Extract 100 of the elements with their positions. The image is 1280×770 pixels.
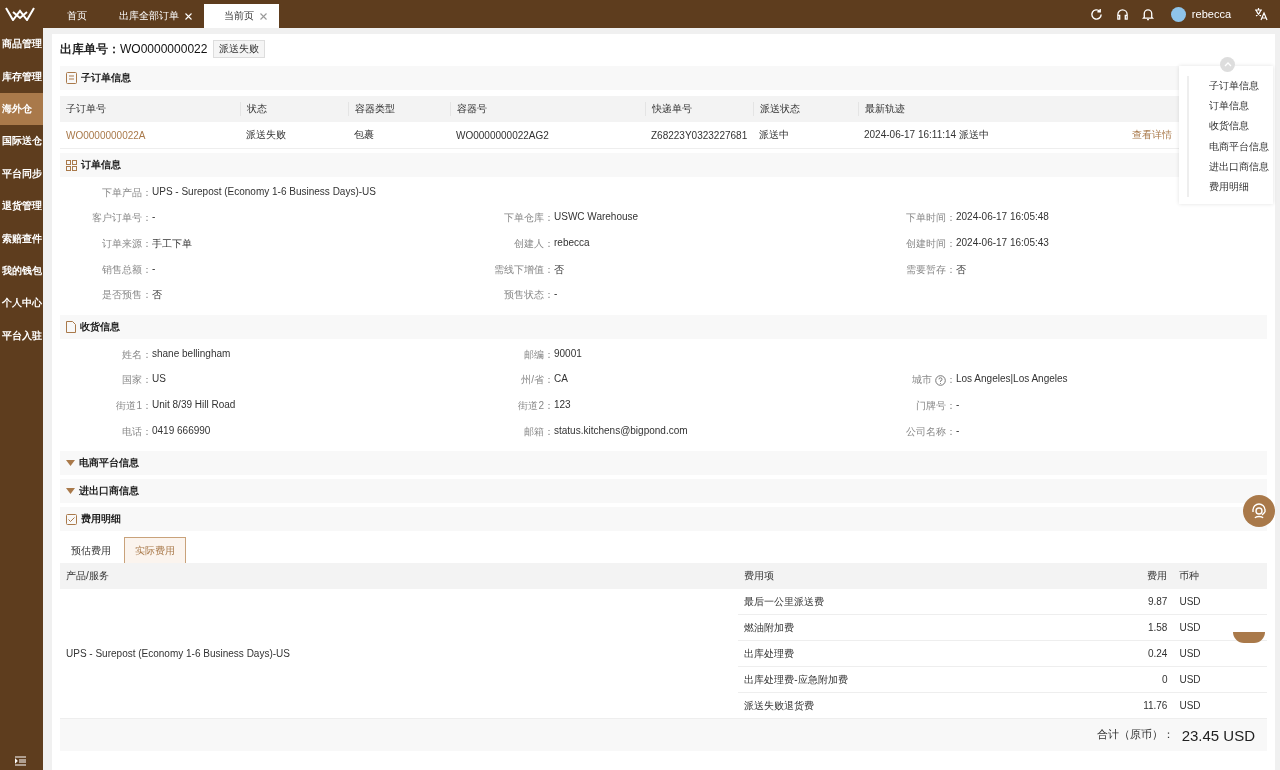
table-cell-text: 包裹	[353, 128, 375, 142]
column-header: 容器号	[450, 102, 645, 116]
field-value: -	[152, 262, 156, 276]
user-name[interactable]: rebecca	[1191, 8, 1231, 20]
column-header: 费用项	[738, 563, 1080, 590]
table-cell-text: 派送失败	[245, 128, 287, 142]
field-label: 下单时间：	[905, 211, 956, 226]
view-details-link[interactable]: 查看详情	[1132, 129, 1172, 140]
help-icon[interactable]	[935, 374, 946, 386]
column-header: 产品/服务	[60, 563, 739, 590]
sidebar-item[interactable]: 退货管理	[0, 189, 43, 223]
refresh-icon[interactable]	[1089, 7, 1103, 21]
table-cell: USD	[1173, 692, 1267, 719]
fee-tab[interactable]: 实际费用	[124, 537, 186, 564]
sidebar-item[interactable]: 库存管理	[0, 60, 43, 93]
menu-collapse-icon[interactable]	[15, 756, 26, 766]
collapsible-section-header[interactable]: 电商平台信息	[60, 451, 1267, 476]
field-label: 预售状态：	[503, 288, 554, 303]
field-value: Unit 8/39 Hill Road	[152, 398, 236, 412]
table-cell: 出库处理费	[738, 640, 1080, 667]
field-value: 0419 666990	[152, 424, 211, 438]
avatar-icon[interactable]	[1170, 6, 1186, 22]
document-icon	[66, 72, 77, 84]
page-icon	[66, 320, 76, 333]
anchor-link[interactable]: 费用明细	[1187, 176, 1273, 198]
bell-icon[interactable]	[1141, 7, 1154, 21]
field-label: 州/省：	[520, 373, 554, 388]
field-label: 国家：	[121, 373, 152, 388]
field-value: 2024-06-17 16:05:48	[956, 211, 1049, 225]
translate-icon[interactable]	[1254, 7, 1268, 21]
section-title: 收货信息	[80, 319, 120, 334]
anchor-link[interactable]: 订单信息	[1187, 96, 1273, 117]
field-label: 需线下增值：	[493, 262, 554, 277]
table-cell: 最后一公里派送费	[738, 589, 1080, 615]
page-tab[interactable]: 出库全部订单	[99, 4, 204, 28]
sidebar-item[interactable]: 个人中心	[0, 287, 43, 320]
column-header: 币种	[1173, 563, 1267, 590]
table-cell: 11.76	[1079, 692, 1174, 719]
field-value: CA	[554, 373, 568, 387]
table-cell-text: 2024-06-17 16:11:14 派送中	[863, 128, 990, 142]
sidebar-item[interactable]: 商品管理	[0, 28, 43, 61]
table-cell: 0.24	[1079, 640, 1174, 667]
field-label: 公司名称：	[905, 424, 956, 439]
field-value: 否	[554, 262, 564, 277]
headset-icon[interactable]	[1115, 7, 1129, 21]
column-header: 子订单号	[65, 102, 107, 116]
table-cell: 1.58	[1079, 614, 1174, 641]
field-value: 手工下单	[152, 237, 192, 251]
field-value: USWC Warehouse	[554, 211, 639, 225]
sidebar-item[interactable]: 平台入驻	[0, 319, 43, 352]
caret-icon	[66, 488, 75, 495]
column-header: 状态	[240, 102, 348, 116]
field-value: -	[152, 211, 156, 225]
field-value: -	[956, 424, 960, 438]
status-tag: 派送失败	[213, 40, 266, 58]
anchor-link[interactable]: 进出口商信息	[1187, 156, 1273, 177]
field-value: 否	[152, 288, 162, 303]
sidebar-item[interactable]: 索赔查件	[0, 222, 43, 255]
table-cell: 出库处理费-应急附加费	[738, 666, 1080, 693]
field-label: 下单产品：	[101, 185, 152, 200]
caret-icon	[66, 460, 75, 467]
field-value: 90001	[554, 347, 582, 361]
chevron-up-icon	[1223, 62, 1232, 67]
total-amount: 23.45 USD	[1181, 726, 1255, 744]
anchor-link[interactable]: 收货信息	[1187, 116, 1273, 137]
column-header: 容器类型	[348, 102, 450, 116]
field-value: -	[554, 288, 558, 302]
page-tab[interactable]: 当前页	[204, 4, 279, 28]
field-value: rebecca	[554, 237, 590, 250]
order-number-label: 出库单号：	[60, 40, 120, 58]
sidebar-item[interactable]: 平台同步	[0, 157, 43, 190]
field-label: 下单仓库：	[503, 211, 554, 226]
sidebar-item[interactable]: 国际送仓	[0, 125, 43, 158]
sidebar-item[interactable]: 我的钱包	[0, 254, 43, 288]
section-title: 子订单信息	[81, 71, 131, 85]
column-header: 派送状态	[753, 102, 858, 116]
field-value: 否	[956, 262, 966, 277]
section-title: 订单信息	[81, 158, 121, 172]
field-value: US	[152, 373, 166, 387]
anchor-link[interactable]: 电商平台信息	[1187, 136, 1273, 157]
floating-button[interactable]	[1233, 632, 1265, 643]
order-number: WO0000000022	[120, 42, 208, 56]
field-label: 客户订单号：	[91, 211, 152, 226]
field-value: status.kitchens@bigpond.com	[554, 424, 688, 438]
field-value: 2024-06-17 16:05:43	[956, 237, 1049, 250]
field-label: 是否预售：	[101, 288, 152, 303]
field-label: 需要暂存：	[905, 262, 956, 277]
anchor-link[interactable]: 子订单信息	[1187, 76, 1273, 97]
field-value: 123	[554, 398, 571, 412]
page-tab[interactable]: 首页	[47, 4, 99, 28]
field-label: 城市 ：	[911, 373, 956, 388]
field-label: 街道1：	[115, 398, 152, 413]
fee-tab[interactable]: 预估费用	[60, 537, 122, 564]
field-value: -	[956, 398, 960, 412]
collapsible-section-header[interactable]: 进出口商信息	[60, 479, 1267, 504]
table-cell: 0	[1079, 666, 1174, 693]
suborder-link[interactable]: WO0000000022A	[60, 129, 240, 141]
sidebar-item[interactable]: 海外仓	[0, 92, 43, 126]
table-cell: USD	[1173, 666, 1267, 693]
logo-icon	[5, 7, 35, 21]
